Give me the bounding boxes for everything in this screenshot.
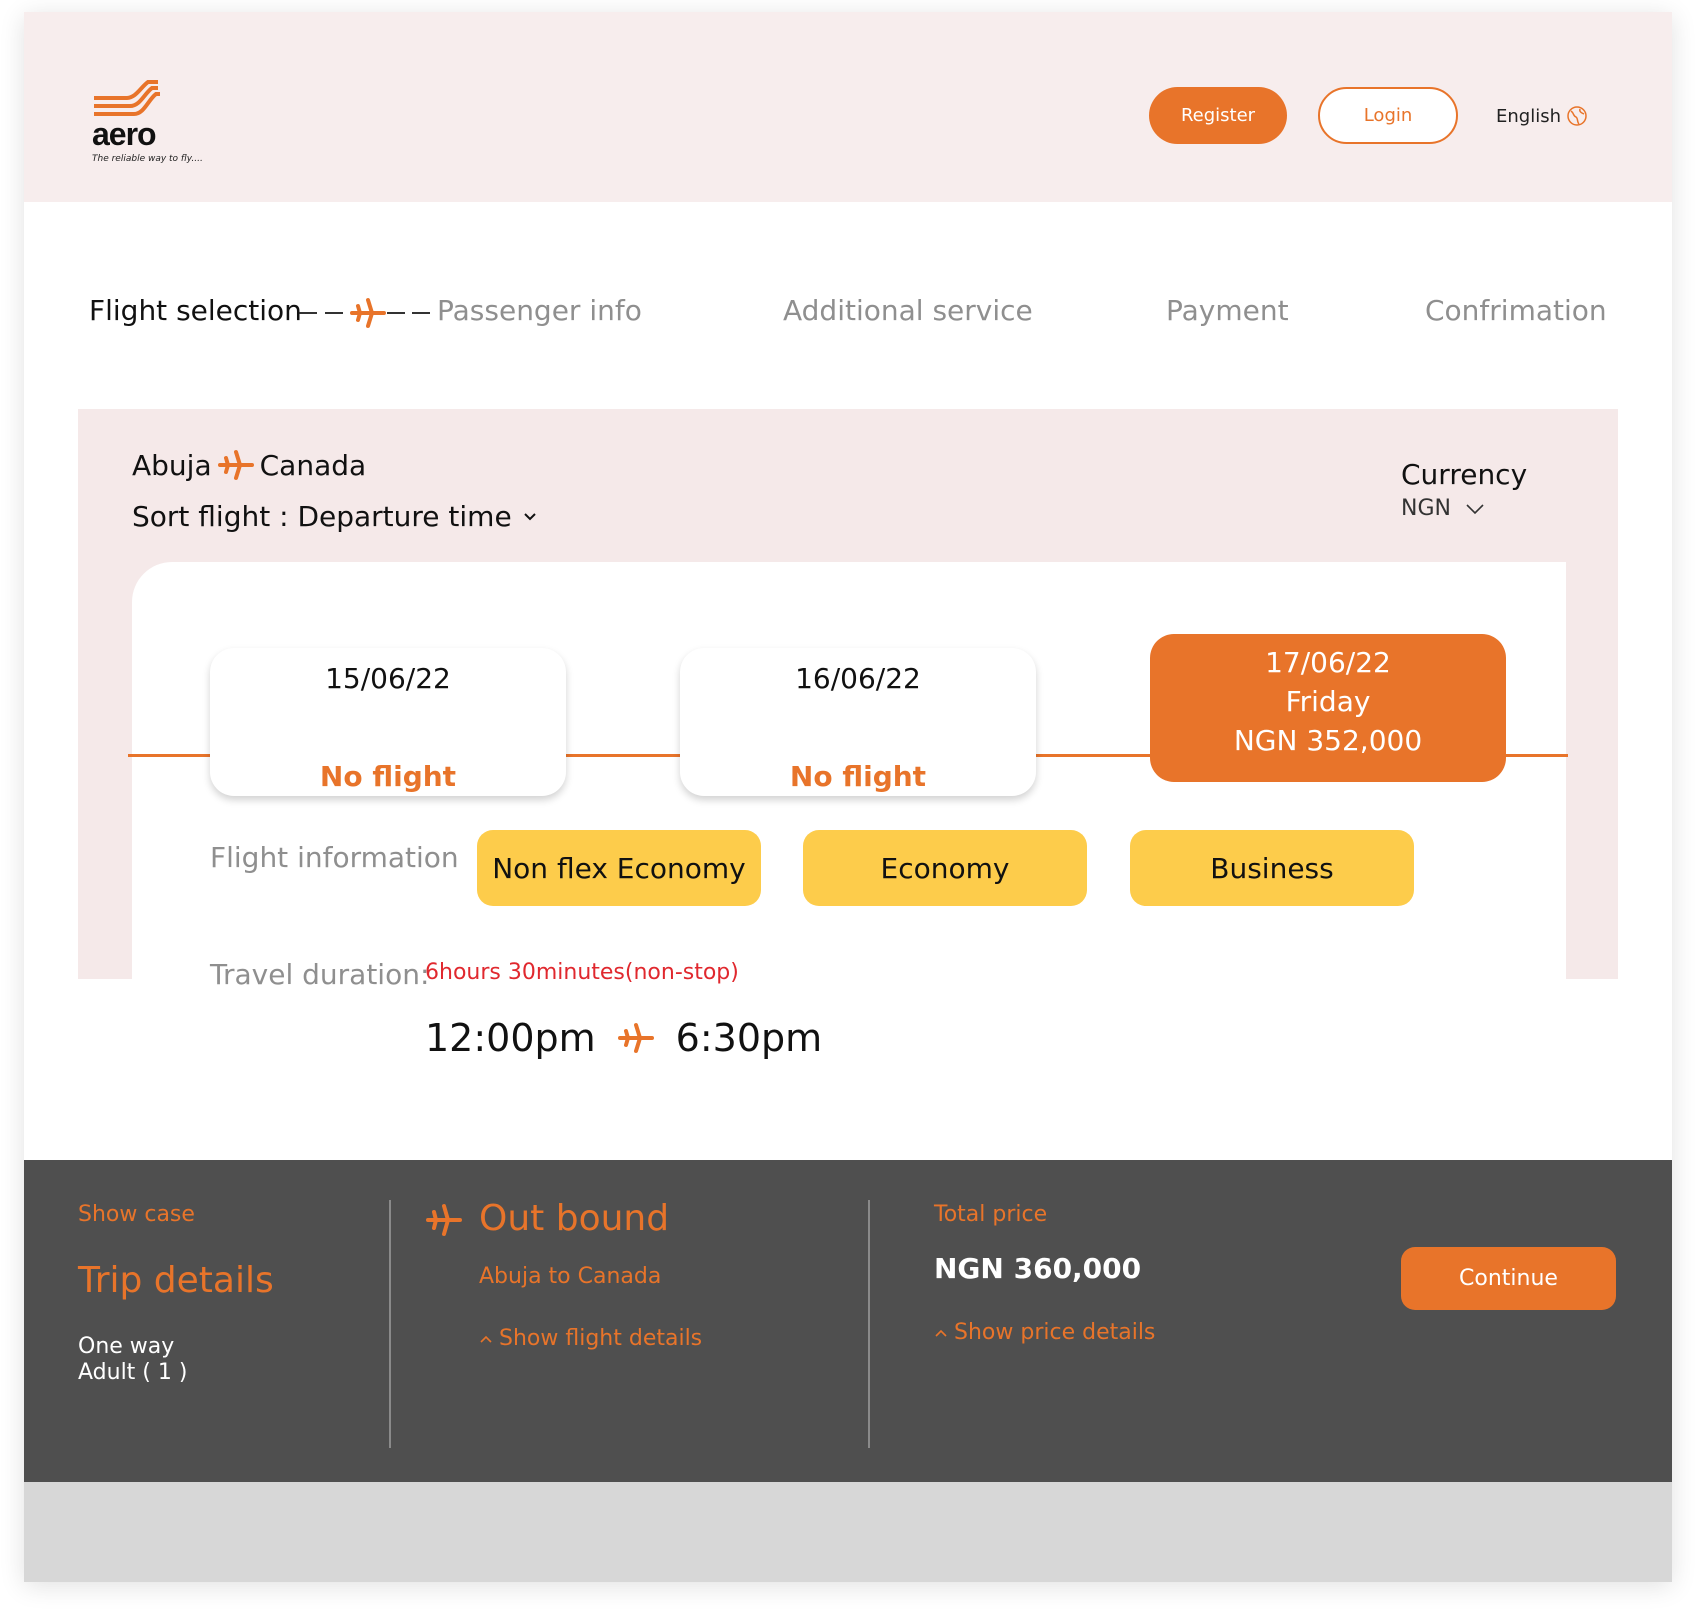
class-business-button[interactable]: Business bbox=[1130, 830, 1414, 906]
class-economy-button[interactable]: Economy bbox=[803, 830, 1087, 906]
date-weekday: Wednesday bbox=[306, 700, 470, 733]
date-status: No flight bbox=[319, 760, 457, 793]
show-price-details-label: Show price details bbox=[954, 1320, 1156, 1345]
travel-duration-label: Travel duration: bbox=[210, 958, 430, 991]
register-button[interactable]: Register bbox=[1149, 87, 1287, 144]
step-connector bbox=[412, 312, 430, 314]
step-flight-selection[interactable]: Flight selection bbox=[89, 294, 302, 327]
chevron-up-icon bbox=[935, 1329, 947, 1337]
flight-information-label: Flight information bbox=[210, 841, 459, 874]
flight-times: 12:00pm 6:30pm bbox=[425, 1016, 822, 1060]
show-price-details-link[interactable]: Show price details bbox=[934, 1320, 1155, 1345]
airplane-icon bbox=[617, 1023, 654, 1053]
currency-dropdown[interactable]: NGN bbox=[1401, 496, 1485, 521]
trip-summary-footer bbox=[24, 1160, 1672, 1482]
airplane-icon bbox=[426, 1204, 462, 1236]
class-non-flex-economy-button[interactable]: Non flex Economy bbox=[477, 830, 761, 906]
route-summary: Abuja Canada bbox=[132, 448, 366, 482]
trip-details-title: Trip details bbox=[78, 1260, 274, 1301]
departure-time: 12:00pm bbox=[425, 1016, 596, 1060]
currency-label: Currency bbox=[1401, 458, 1528, 491]
bottom-band bbox=[24, 1482, 1672, 1582]
step-connector bbox=[387, 312, 405, 314]
show-flight-details-link[interactable]: Show flight details bbox=[479, 1326, 702, 1351]
airplane-icon bbox=[350, 298, 386, 328]
step-passenger-info[interactable]: Passenger info bbox=[437, 294, 642, 327]
total-price-value: NGN 360,000 bbox=[934, 1252, 1142, 1285]
site-header: aero The reliable way to fly.... Registe… bbox=[24, 12, 1672, 202]
date-weekday: Friday bbox=[1285, 685, 1371, 718]
chevron-down-icon bbox=[523, 512, 536, 520]
date-price: NGN 352,000 bbox=[1233, 724, 1423, 757]
date-value: 17/06/22 bbox=[1265, 646, 1391, 679]
language-selector[interactable]: English bbox=[1496, 104, 1589, 128]
origin-label: Abuja bbox=[132, 448, 212, 482]
logo[interactable]: aero The reliable way to fly.... bbox=[92, 78, 232, 168]
trip-type: One way bbox=[78, 1334, 175, 1359]
step-payment[interactable]: Payment bbox=[1166, 294, 1289, 327]
passenger-count: Adult ( 1 ) bbox=[78, 1360, 188, 1385]
airplane-icon bbox=[217, 450, 254, 480]
total-price-label: Total price bbox=[934, 1202, 1048, 1227]
step-additional-service[interactable]: Additional service bbox=[783, 294, 1033, 327]
date-weekday: Thursday bbox=[792, 700, 924, 733]
sort-label: Sort flight : Departure time bbox=[132, 500, 512, 533]
outbound-route: Abuja to Canada bbox=[479, 1264, 662, 1289]
outbound-title: Out bound bbox=[479, 1198, 670, 1239]
logo-tagline: The reliable way to fly.... bbox=[92, 154, 203, 164]
date-status: No flight bbox=[789, 760, 927, 793]
divider bbox=[868, 1200, 870, 1448]
chevron-down-icon bbox=[1466, 503, 1484, 514]
logo-wordmark: aero bbox=[92, 116, 157, 152]
destination-label: Canada bbox=[259, 448, 367, 482]
show-case-label: Show case bbox=[78, 1202, 195, 1227]
continue-button[interactable]: Continue bbox=[1401, 1247, 1616, 1310]
login-button[interactable]: Login bbox=[1318, 87, 1458, 144]
date-value: 16/06/22 bbox=[795, 662, 921, 695]
divider bbox=[389, 1200, 391, 1448]
currency-value: NGN bbox=[1401, 496, 1451, 521]
step-connector bbox=[299, 312, 317, 314]
page-frame: aero The reliable way to fly.... Registe… bbox=[24, 12, 1672, 1582]
language-label: English bbox=[1496, 105, 1561, 127]
step-confirmation[interactable]: Confrimation bbox=[1425, 294, 1607, 327]
arrival-time: 6:30pm bbox=[675, 1016, 823, 1060]
step-connector bbox=[325, 312, 343, 314]
show-flight-details-label: Show flight details bbox=[499, 1326, 703, 1351]
date-card[interactable]: 16/06/22 Thursday No flight bbox=[680, 648, 1036, 796]
chevron-up-icon bbox=[480, 1335, 492, 1343]
sort-dropdown[interactable]: Sort flight : Departure time bbox=[132, 500, 538, 533]
date-card-selected[interactable]: 17/06/22 Friday NGN 352,000 bbox=[1150, 634, 1506, 782]
travel-duration-value: 6hours 30minutes(non-stop) bbox=[425, 960, 739, 985]
globe-icon bbox=[1567, 106, 1587, 126]
date-value: 15/06/22 bbox=[325, 662, 451, 695]
date-card[interactable]: 15/06/22 Wednesday No flight bbox=[210, 648, 566, 796]
